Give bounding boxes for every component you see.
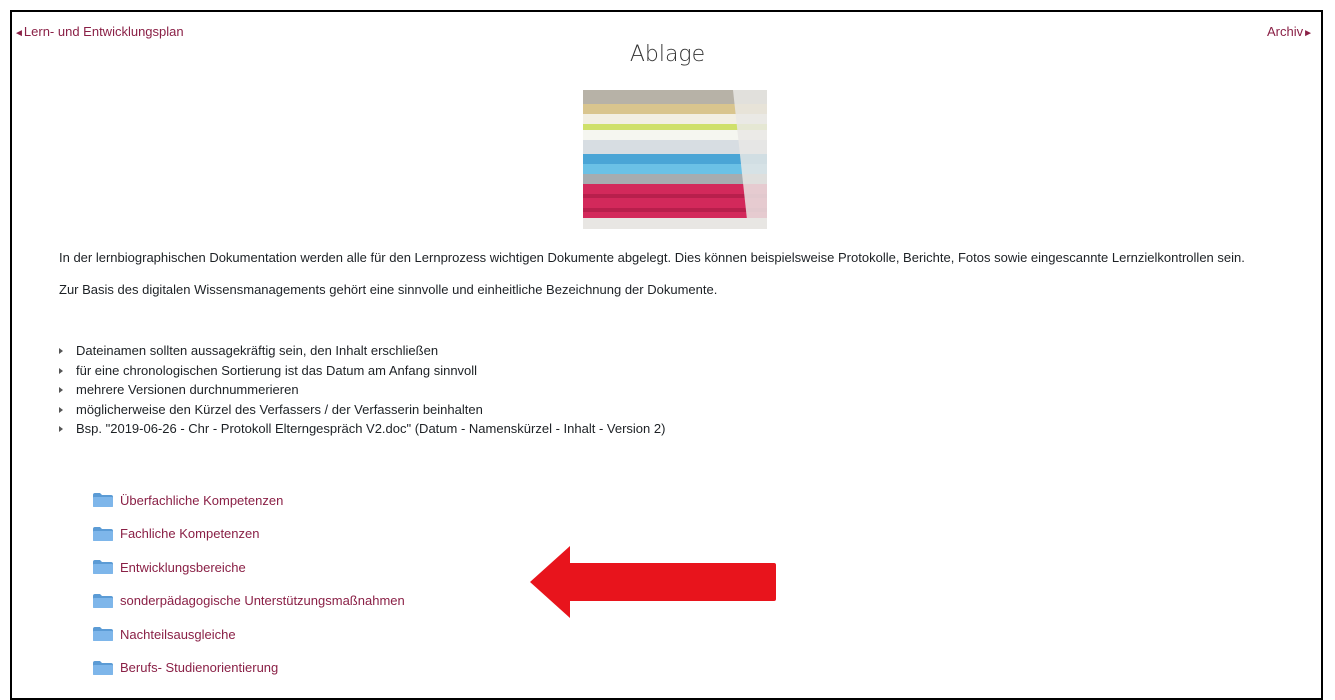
folder-label: Überfachliche Kompetenzen <box>120 492 284 508</box>
folder-link-berufs-studienorientierung[interactable]: Berufs- Studienorientierung <box>92 660 278 676</box>
filing-folders-image <box>583 90 767 229</box>
folder-list: Überfachliche Kompetenzen Fachliche Komp… <box>92 492 405 693</box>
folder-link-sonderpaedagogische-unterstuetzungsmassnahmen[interactable]: sonderpädagogische Unterstützungsmaßnahm… <box>92 593 405 609</box>
list-item: möglicherweise den Kürzel des Verfassers… <box>59 400 665 420</box>
folder-label: Fachliche Kompetenzen <box>120 526 260 541</box>
folder-item: Fachliche Kompetenzen <box>92 526 405 560</box>
red-arrow-left-icon <box>530 546 776 618</box>
folder-icon <box>93 560 113 574</box>
folder-link-nachteilsausgleiche[interactable]: Nachteilsausgleiche <box>92 626 236 642</box>
folder-label: Entwicklungsbereiche <box>120 559 246 575</box>
folder-item: Entwicklungsbereiche <box>92 559 405 593</box>
intro-paragraph: In der lernbiographischen Dokumentation … <box>59 250 1245 265</box>
next-activity-link[interactable]: Archiv► <box>1267 24 1313 39</box>
folder-link-entwicklungsbereiche[interactable]: Entwicklungsbereiche <box>92 559 246 575</box>
folder-link-ueberfachliche-kompetenzen[interactable]: Überfachliche Kompetenzen <box>92 492 283 508</box>
page-title: Ablage <box>629 42 706 67</box>
folder-icon <box>93 627 113 641</box>
prev-activity-label: Lern- und Entwicklungsplan <box>23 24 184 39</box>
folder-item: sonderpädagogische Unterstützungsmaßnahm… <box>92 593 405 627</box>
folder-label: sonderpädagogische Unterstützungsmaßnahm… <box>120 593 405 608</box>
arrow-left-icon: ◄ <box>14 28 24 39</box>
folder-label: Nachteilsausgleiche <box>120 626 236 642</box>
arrow-right-icon: ► <box>1303 28 1313 39</box>
folder-item: Nachteilsausgleiche <box>92 626 405 660</box>
list-item: für eine chronologischen Sortierung ist … <box>59 361 665 381</box>
folder-label: Berufs- Studienorientierung <box>120 660 279 675</box>
list-item: Bsp. "2019-06-26 - Chr - Protokoll Elter… <box>59 419 665 439</box>
folder-icon <box>93 593 113 608</box>
naming-rules-list: Dateinamen sollten aussagekräftig sein, … <box>59 341 665 439</box>
folder-icon <box>93 493 113 507</box>
next-activity-label: Archiv <box>1266 24 1304 39</box>
folder-icon <box>93 526 113 541</box>
intro-text: In der lernbiographischen Dokumentation … <box>59 248 1289 312</box>
prev-activity-link[interactable]: ◄Lern- und Entwicklungsplan <box>14 24 184 39</box>
intro-paragraph: Zur Basis des digitalen Wissensmanagemen… <box>59 282 718 297</box>
folder-item: Überfachliche Kompetenzen <box>92 492 405 526</box>
folder-icon <box>93 660 113 675</box>
list-item: Dateinamen sollten aussagekräftig sein, … <box>59 341 665 361</box>
list-item: mehrere Versionen durchnummerieren <box>59 380 665 400</box>
folder-link-fachliche-kompetenzen[interactable]: Fachliche Kompetenzen <box>92 526 259 542</box>
